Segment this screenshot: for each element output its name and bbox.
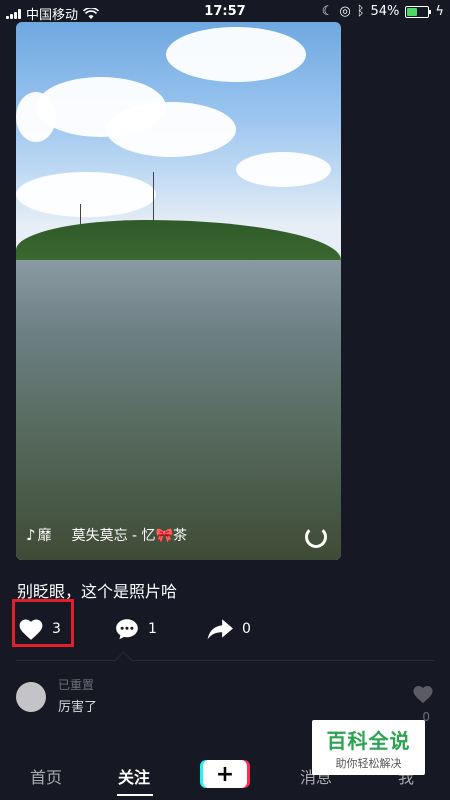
music-title[interactable]: 莫失莫忘 - 忆🎀茶 — [72, 525, 187, 545]
watermark-title: 百科全说 — [326, 729, 411, 753]
music-author: 靡 — [37, 528, 52, 544]
comment-count: 1 — [148, 621, 157, 637]
battery-icon — [405, 5, 432, 18]
watermark-subtitle: 助你轻松解决 — [335, 757, 402, 770]
divider — [16, 660, 434, 661]
share-arrow-icon — [207, 619, 233, 640]
loading-spinner-icon — [305, 526, 327, 548]
action-bar: 3 1 0 — [0, 599, 450, 650]
comment-text: 厉害了 — [58, 700, 98, 715]
tab-active-indicator — [117, 794, 153, 796]
heart-icon — [19, 619, 43, 640]
tab-home[interactable]: 首页 — [30, 764, 62, 788]
comment-item[interactable]: 已重置 厉害了 0 — [16, 676, 434, 726]
comment-icon — [116, 619, 138, 640]
create-post-button[interactable]: + — [203, 760, 247, 788]
video-player[interactable]: ♪ 靡 莫失莫忘 - 忆🎀茶 — [16, 22, 341, 560]
comment-username[interactable]: 已重置 — [58, 676, 94, 693]
like-button[interactable]: 3 — [18, 610, 61, 648]
moon-icon: ☾ — [321, 4, 334, 19]
bluetooth-icon: ᛒ — [356, 4, 365, 19]
watermark-logo: 百科全说 助你轻松解决 — [312, 720, 425, 775]
status-bar: 中国移动 17:57 ☾ ◎ ᛒ 54% ϟ — [0, 0, 450, 24]
plus-icon: + — [215, 761, 235, 787]
share-button[interactable]: 0 — [206, 610, 251, 648]
comment-button[interactable]: 1 — [114, 610, 157, 648]
divider-pointer — [114, 651, 133, 670]
tab-follow[interactable]: 关注 — [118, 764, 150, 788]
river — [16, 260, 341, 560]
avatar[interactable] — [16, 682, 46, 712]
battery-percent: 54% — [370, 4, 400, 19]
comment-heart-icon[interactable] — [412, 684, 434, 704]
like-count: 3 — [52, 621, 61, 637]
share-count: 0 — [242, 621, 251, 637]
music-note-icon: ♪ — [26, 526, 36, 544]
location-icon: ◎ — [339, 4, 351, 19]
charging-icon: ϟ — [435, 4, 444, 19]
